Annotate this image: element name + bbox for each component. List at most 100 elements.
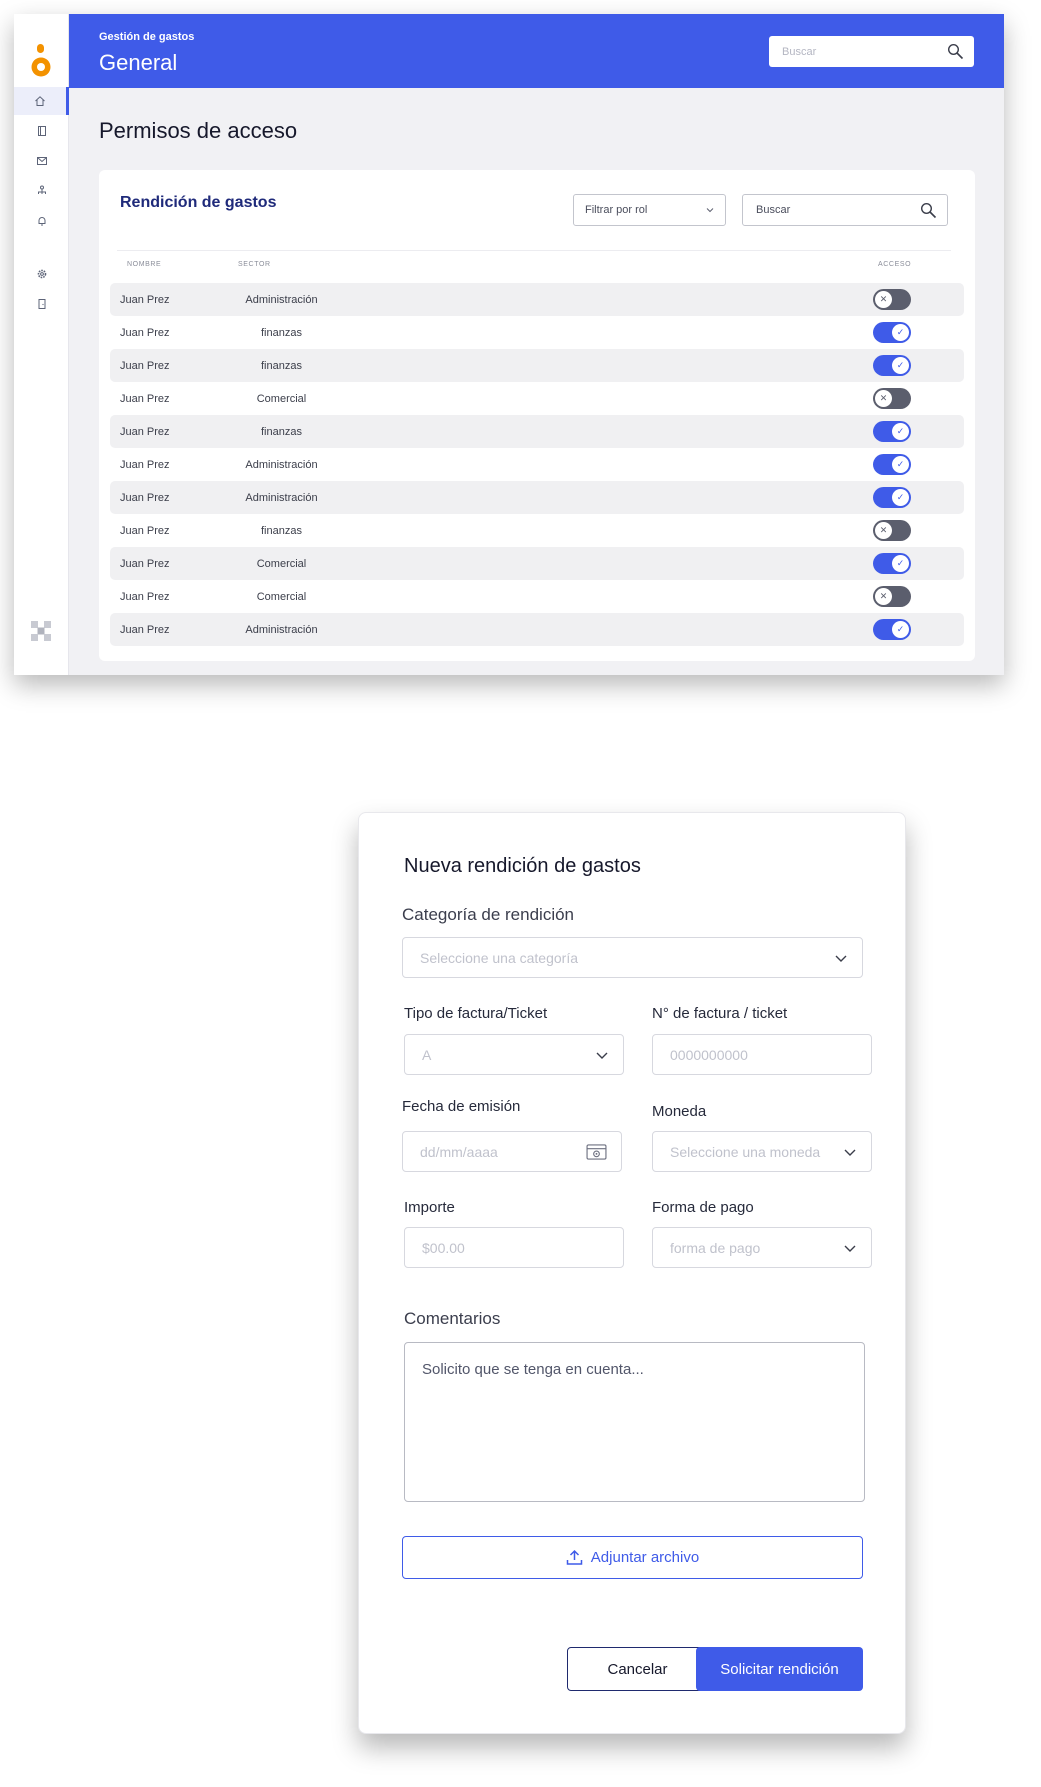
sidebar-item-logout[interactable] xyxy=(14,290,69,318)
sidebar-item-settings[interactable] xyxy=(14,260,69,288)
chevron-down-icon xyxy=(706,208,714,213)
table-row: Juan Prez Administración ✓ xyxy=(110,613,964,646)
access-permissions-card: Rendición de gastos Filtrar por rol Busc… xyxy=(99,170,975,661)
issue-date-placeholder: dd/mm/aaaa xyxy=(420,1143,498,1160)
close-icon: ✕ xyxy=(875,390,892,407)
access-toggle[interactable]: ✓ xyxy=(873,553,911,574)
header-title: General xyxy=(99,50,178,75)
table-row: Juan Prez Administración ✓ xyxy=(110,481,964,514)
sidebar-item-organization[interactable] xyxy=(14,177,69,205)
search-icon[interactable] xyxy=(947,43,964,60)
row-sector: Comercial xyxy=(256,558,307,570)
calendar-icon[interactable] xyxy=(586,1143,607,1160)
submit-expense-button[interactable]: Solicitar rendición xyxy=(696,1647,863,1691)
currency-placeholder: Seleccione una moneda xyxy=(670,1143,821,1160)
table-row: Juan Prez finanzas ✓ xyxy=(110,415,964,448)
column-header-name: NOMBRE xyxy=(127,261,162,268)
chevron-down-icon xyxy=(835,955,847,962)
amount-input[interactable]: $00.00 xyxy=(404,1227,624,1268)
dashboard-window: Gestión de gastos General Buscar Permiso… xyxy=(14,14,1004,675)
row-sector: Administración xyxy=(245,624,318,636)
card-search-input[interactable]: Buscar xyxy=(742,194,948,226)
search-icon[interactable] xyxy=(920,202,937,219)
close-icon: ✕ xyxy=(875,291,892,308)
card-title: Rendición de gastos xyxy=(120,194,277,211)
brand-mark-icon xyxy=(31,621,51,641)
row-name: Juan Prez xyxy=(120,525,170,537)
payment-method-placeholder: forma de pago xyxy=(670,1239,761,1256)
org-chart-icon xyxy=(37,185,46,194)
card-divider xyxy=(117,250,951,251)
invoice-type-value: A xyxy=(422,1046,432,1063)
role-filter-select[interactable]: Filtrar por rol xyxy=(573,194,726,226)
column-header-sector: SECTOR xyxy=(238,261,271,268)
access-toggle[interactable]: ✓ xyxy=(873,421,911,442)
sidebar-item-home[interactable] xyxy=(14,87,69,115)
card-search-placeholder: Buscar xyxy=(756,204,791,216)
comments-placeholder: Solicito que se tenga en cuenta... xyxy=(422,1361,644,1378)
access-toggle[interactable]: ✕ xyxy=(873,289,911,310)
logout-door-icon xyxy=(38,299,45,309)
close-icon: ✕ xyxy=(875,522,892,539)
issue-date-input[interactable]: dd/mm/aaaa xyxy=(402,1131,622,1172)
invoice-number-label: N° de factura / ticket xyxy=(652,1005,788,1022)
breadcrumb: Gestión de gastos xyxy=(99,31,195,43)
check-icon: ✓ xyxy=(892,489,909,506)
table-row: Juan Prez finanzas ✓ xyxy=(110,349,964,382)
table-row: Juan Prez Comercial ✕ xyxy=(110,580,964,613)
row-name: Juan Prez xyxy=(120,426,170,438)
access-toggle[interactable]: ✓ xyxy=(873,619,911,640)
table-row: Juan Prez Administración ✕ xyxy=(110,283,964,316)
sidebar-item-book[interactable] xyxy=(14,117,69,145)
row-name: Juan Prez xyxy=(120,558,170,570)
row-name: Juan Prez xyxy=(120,294,170,306)
modal-title: Nueva rendición de gastos xyxy=(404,855,641,877)
category-label: Categoría de rendición xyxy=(402,905,575,924)
access-toggle[interactable]: ✓ xyxy=(873,454,911,475)
amount-label: Importe xyxy=(404,1199,455,1216)
chevron-down-icon xyxy=(596,1052,608,1059)
row-name: Juan Prez xyxy=(120,327,170,339)
row-sector: Comercial xyxy=(256,393,307,405)
amount-placeholder: $00.00 xyxy=(422,1239,465,1256)
row-sector: Administración xyxy=(245,459,318,471)
row-sector: Administración xyxy=(245,294,318,306)
sidebar-item-mail[interactable] xyxy=(14,147,69,175)
close-icon: ✕ xyxy=(875,588,892,605)
sidebar-item-notifications[interactable] xyxy=(14,207,69,235)
access-toggle[interactable]: ✕ xyxy=(873,520,911,541)
table-row: Juan Prez Comercial ✓ xyxy=(110,547,964,580)
row-sector: finanzas xyxy=(261,426,302,438)
category-select[interactable]: Seleccione una categoría xyxy=(402,937,863,978)
row-sector: Comercial xyxy=(256,591,307,603)
access-toggle[interactable]: ✓ xyxy=(873,355,911,376)
access-toggle[interactable]: ✕ xyxy=(873,388,911,409)
mail-icon xyxy=(36,157,47,165)
chevron-down-icon xyxy=(844,1149,856,1156)
attach-file-button[interactable]: Adjuntar archivo xyxy=(402,1536,863,1579)
header-search-input[interactable]: Buscar xyxy=(769,36,974,67)
row-name: Juan Prez xyxy=(120,393,170,405)
row-name: Juan Prez xyxy=(120,492,170,504)
cancel-button[interactable]: Cancelar xyxy=(567,1647,708,1691)
gear-icon xyxy=(37,269,46,279)
access-table-body: Juan Prez Administración ✕ Juan Prez finanza… xyxy=(110,283,964,646)
table-row: Juan Prez Administración ✓ xyxy=(110,448,964,481)
invoice-type-select[interactable]: A xyxy=(404,1034,624,1075)
access-toggle[interactable]: ✕ xyxy=(873,586,911,607)
row-name: Juan Prez xyxy=(120,591,170,603)
access-toggle[interactable]: ✓ xyxy=(873,322,911,343)
access-toggle[interactable]: ✓ xyxy=(873,487,911,508)
header-search-placeholder: Buscar xyxy=(782,45,817,58)
check-icon: ✓ xyxy=(892,423,909,440)
currency-select[interactable]: Seleccione una moneda xyxy=(652,1131,872,1172)
payment-method-select[interactable]: forma de pago xyxy=(652,1227,872,1268)
attach-file-label: Adjuntar archivo xyxy=(590,1549,700,1566)
invoice-number-input[interactable]: 0000000000 xyxy=(652,1034,872,1075)
chevron-down-icon xyxy=(844,1245,856,1252)
new-expense-modal: Nueva rendición de gastos Categoría de r… xyxy=(358,812,906,1734)
check-icon: ✓ xyxy=(892,621,909,638)
issue-date-label: Fecha de emisión xyxy=(402,1098,521,1115)
comments-textarea[interactable]: Solicito que se tenga en cuenta... xyxy=(404,1342,865,1502)
table-row: Juan Prez finanzas ✓ xyxy=(110,316,964,349)
